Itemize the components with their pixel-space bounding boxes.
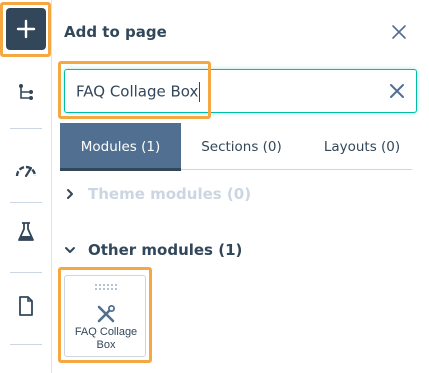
panel-title: Add to page [64,23,167,41]
plus-icon [16,19,36,39]
rail-divider [10,128,42,129]
chevron-right-icon [67,189,73,199]
structure-button[interactable] [12,78,40,106]
tab-bar: Modules (1) Sections (0) Layouts (0) [60,123,412,171]
tab-layouts[interactable]: Layouts (0) [302,123,422,170]
close-icon [392,25,406,39]
module-card-highlight [58,267,152,363]
theme-modules-label: Theme modules (0) [88,185,252,203]
test-button[interactable] [12,218,40,246]
optimize-button[interactable] [12,156,40,184]
rail-divider [10,272,42,273]
add-to-page-button[interactable] [6,8,46,50]
other-modules-label: Other modules (1) [88,241,243,259]
document-icon [19,296,33,316]
tab-sections[interactable]: Sections (0) [181,123,302,170]
rail-divider [10,202,42,203]
close-panel-button[interactable] [390,23,408,41]
flask-icon [18,222,34,241]
close-icon [390,84,404,98]
clear-search-button[interactable] [388,82,406,100]
left-rail [0,0,52,373]
tree-icon [19,84,33,100]
gauge-icon [15,165,37,178]
chevron-down-icon [65,247,75,253]
theme-modules-toggle[interactable]: Theme modules (0) [64,185,251,203]
add-to-page-panel: Add to page FAQ Collage Box Modules (1) … [52,0,429,373]
search-highlight [58,61,211,119]
other-modules-toggle[interactable]: Other modules (1) [64,241,242,259]
tab-modules[interactable]: Modules (1) [60,123,181,171]
page-settings-button[interactable] [12,292,40,320]
rail-divider [10,344,42,345]
